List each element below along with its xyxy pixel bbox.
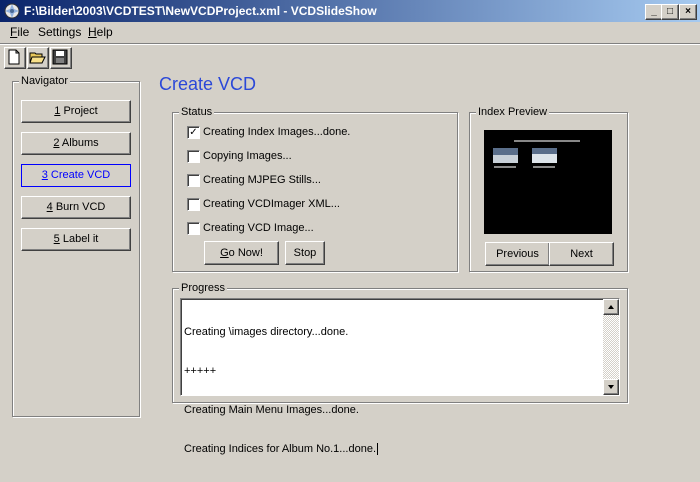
log-line: Creating Main Menu Images...done. [184, 404, 359, 416]
index-preview-thumbnails [493, 140, 580, 168]
arrow-up-icon [608, 305, 614, 309]
nav-project-button[interactable]: 1 Project [21, 100, 131, 123]
status-index-images-label: Creating Index Images...done. [203, 126, 351, 138]
nav-burn-vcd-button[interactable]: 4 Burn VCD [21, 196, 131, 219]
log-line: Creating \images directory...done. [184, 326, 349, 338]
status-vcd-image-label: Creating VCD Image... [203, 222, 314, 234]
status-mjpeg-stills-checkbox[interactable] [187, 174, 200, 187]
open-folder-button[interactable] [27, 47, 49, 69]
navigator-label: Navigator [19, 75, 71, 87]
menu-file[interactable]: File [10, 25, 29, 39]
vertical-scrollbar[interactable] [603, 299, 619, 395]
log-line: Creating Indices for Album No.1...done. [184, 443, 378, 455]
progress-log-text: Creating \images directory...done. +++++… [184, 300, 604, 482]
new-file-button[interactable] [4, 47, 26, 69]
menu-help[interactable]: Help [88, 25, 113, 39]
progress-group: Progress Creating \images directory...do… [172, 282, 628, 455]
stop-button[interactable]: Stop [285, 241, 325, 265]
log-line: +++++ [184, 365, 217, 377]
progress-label: Progress [179, 282, 228, 294]
navigator-panel: Navigator 1 Project 2 Albums 3 Create VC… [12, 75, 140, 417]
toolbar [0, 43, 700, 72]
page-title: Create VCD [159, 74, 257, 94]
menu-bar: File Settings Help [0, 22, 700, 42]
new-file-icon [8, 49, 20, 65]
title-bar[interactable]: F:\Bilder\2003\VCDTEST\NewVCDProject.xml… [0, 0, 700, 22]
index-preview-label: Index Preview [476, 106, 550, 118]
status-copying-images-checkbox[interactable] [187, 150, 200, 163]
status-vcd-image-checkbox[interactable] [187, 222, 200, 235]
app-icon [4, 3, 20, 19]
go-now-button[interactable]: Go Now! [204, 241, 279, 265]
checkmark-icon: ✓ [189, 127, 198, 138]
progress-log[interactable]: Creating \images directory...done. +++++… [180, 298, 620, 455]
status-vcdimager-xml-checkbox[interactable] [187, 198, 200, 211]
status-copying-images-label: Copying Images... [203, 150, 292, 162]
index-preview-group: Index Preview Previous Next [469, 106, 628, 272]
close-button[interactable]: × [679, 4, 697, 20]
text-caret [377, 443, 378, 455]
menu-settings[interactable]: Settings [38, 25, 81, 39]
status-vcdimager-xml-label: Creating VCDImager XML... [203, 198, 340, 210]
nav-label-it-button[interactable]: 5 Label it [21, 228, 131, 251]
index-preview-image [484, 130, 612, 234]
nav-create-vcd-button[interactable]: 3 Create VCD [21, 164, 131, 187]
scroll-down-button[interactable] [603, 379, 619, 395]
arrow-down-icon [608, 385, 614, 389]
previous-button[interactable]: Previous [485, 242, 550, 266]
save-button[interactable] [50, 47, 72, 69]
next-button[interactable]: Next [549, 242, 614, 266]
window-title: F:\Bilder\2003\VCDTEST\NewVCDProject.xml… [24, 4, 377, 18]
maximize-button[interactable]: □ [661, 4, 679, 20]
status-index-images-checkbox[interactable]: ✓ [187, 126, 200, 139]
status-label: Status [179, 106, 215, 118]
scroll-up-button[interactable] [603, 299, 619, 315]
status-mjpeg-stills-label: Creating MJPEG Stills... [203, 174, 321, 186]
status-group: Status ✓ Creating Index Images...done. C… [172, 106, 458, 272]
open-folder-icon [29, 52, 46, 64]
floppy-disk-icon [52, 49, 68, 65]
nav-albums-button[interactable]: 2 Albums [21, 132, 131, 155]
